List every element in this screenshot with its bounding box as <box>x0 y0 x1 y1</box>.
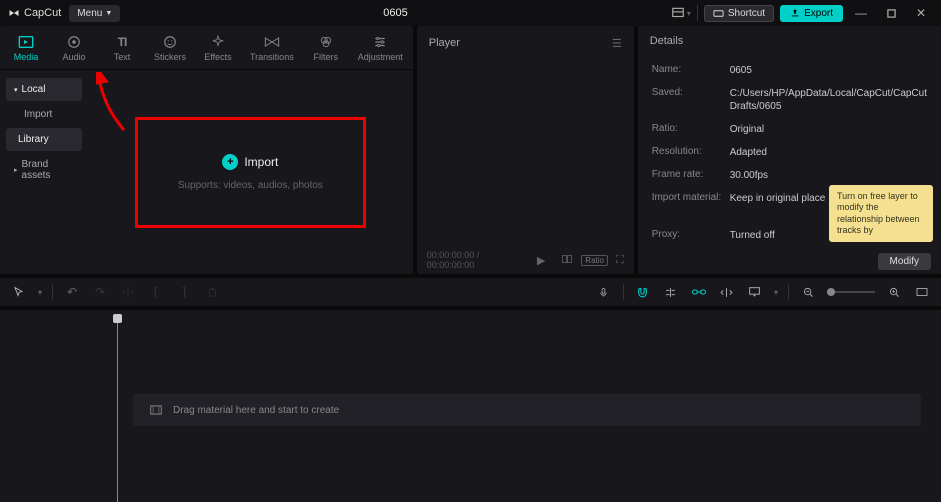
caret-right-icon: ▸ <box>14 166 18 174</box>
tab-text[interactable]: TI Text <box>106 34 138 62</box>
close-button[interactable]: ✕ <box>909 3 933 23</box>
effects-icon <box>211 34 225 50</box>
undo-icon[interactable]: ↶ <box>63 283 81 301</box>
tab-audio[interactable]: Audio <box>58 34 90 62</box>
maximize-icon <box>887 9 896 18</box>
player-viewport[interactable] <box>417 60 634 246</box>
media-panel: Media Audio TI Text Stickers Effects <box>0 26 413 274</box>
chevron-down-icon: ▼ <box>105 10 112 17</box>
tab-stickers[interactable]: Stickers <box>154 34 186 62</box>
preview-icon[interactable] <box>718 283 736 301</box>
detail-import-material-label: Import material: <box>652 192 730 205</box>
project-title: 0605 <box>128 7 663 19</box>
import-drop-zone[interactable]: + Import Supports: videos, audios, photo… <box>88 70 413 274</box>
delete-icon[interactable] <box>203 283 221 301</box>
details-panel: Details Name:0605 Saved:C:/Users/HP/AppD… <box>638 26 941 274</box>
media-icon <box>18 34 34 50</box>
detail-saved-value: C:/Users/HP/AppData/Local/CapCut/CapCut … <box>730 87 927 113</box>
player-timecode: 00:00:00:00 / 00:00:00:00 <box>427 250 529 270</box>
detail-name-value: 0605 <box>730 64 927 77</box>
adjustment-icon <box>373 34 387 50</box>
plus-icon: + <box>222 154 238 170</box>
nav-brand-assets[interactable]: ▸Brand assets <box>6 153 82 187</box>
detail-proxy-label: Proxy: <box>652 229 730 242</box>
detail-resolution-label: Resolution: <box>652 146 730 159</box>
app-name: CapCut <box>24 7 61 19</box>
tab-adjustment[interactable]: Adjustment <box>358 34 403 62</box>
tab-effects[interactable]: Effects <box>202 34 234 62</box>
detail-ratio-label: Ratio: <box>652 123 730 136</box>
detail-fps-value: 30.00fps <box>730 169 927 182</box>
import-subtitle: Supports: videos, audios, photos <box>178 180 323 191</box>
detail-ratio-value: Original <box>730 123 927 136</box>
link-icon[interactable] <box>690 283 708 301</box>
export-icon <box>790 8 800 18</box>
fit-icon[interactable] <box>913 283 931 301</box>
stickers-icon <box>163 34 177 50</box>
export-button[interactable]: Export <box>780 5 843 22</box>
zoom-slider[interactable] <box>827 291 875 293</box>
tab-media[interactable]: Media <box>10 34 42 62</box>
pointer-dropdown-icon[interactable]: ▾ <box>38 288 42 297</box>
nav-library[interactable]: Library <box>6 128 82 151</box>
tab-transitions[interactable]: Transitions <box>250 34 294 62</box>
filters-icon <box>319 34 333 50</box>
text-icon: TI <box>118 34 127 50</box>
film-icon <box>149 404 163 416</box>
capcut-logo-icon <box>8 7 20 19</box>
layout-icon <box>671 6 685 20</box>
play-icon[interactable]: ▶ <box>537 254 545 267</box>
detail-resolution-value: Adapted <box>730 146 927 159</box>
timeline-drop-hint: Drag material here and start to create <box>133 394 921 426</box>
split-icon[interactable] <box>119 283 137 301</box>
shortcut-button[interactable]: Shortcut <box>704 5 774 22</box>
transitions-icon <box>264 34 280 50</box>
magnet-icon[interactable] <box>634 283 652 301</box>
nav-local[interactable]: ▾Local <box>6 78 82 101</box>
fullscreen-icon[interactable]: ⛶ <box>616 254 624 267</box>
bracket-left-icon[interactable]: ⌈ <box>147 283 165 301</box>
detail-fps-label: Frame rate: <box>652 169 730 182</box>
timeline[interactable]: Drag material here and start to create <box>0 310 941 502</box>
player-panel: Player ☰ 00:00:00:00 / 00:00:00:00 ▶ Rat… <box>417 26 634 274</box>
import-button-label: Import <box>244 155 278 169</box>
red-arrow-annotation <box>96 72 136 142</box>
tab-filters[interactable]: Filters <box>310 34 342 62</box>
caret-down-icon: ▾ <box>14 86 18 94</box>
modify-button[interactable]: Modify <box>878 253 931 270</box>
playhead[interactable] <box>117 314 118 502</box>
bracket-right-icon[interactable]: ⌉ <box>175 283 193 301</box>
redo-icon[interactable]: ↷ <box>91 283 109 301</box>
monitor-dropdown-icon[interactable]: ▾ <box>774 288 778 297</box>
details-title: Details <box>650 35 684 47</box>
detail-name-label: Name: <box>652 64 730 77</box>
free-layer-tooltip: Turn on free layer to modify the relatio… <box>829 185 933 242</box>
monitor-icon[interactable] <box>746 283 764 301</box>
player-menu-icon[interactable]: ☰ <box>612 37 622 50</box>
detail-saved-label: Saved: <box>652 87 730 113</box>
zoom-in-icon[interactable] <box>885 283 903 301</box>
zoom-out-icon[interactable] <box>799 283 817 301</box>
pointer-tool-icon[interactable] <box>10 283 28 301</box>
audio-icon <box>67 34 81 50</box>
layout-button[interactable]: ▾ <box>671 3 691 23</box>
app-logo: CapCut <box>8 7 61 19</box>
ratio-chip[interactable]: Ratio <box>581 255 608 266</box>
minimize-button[interactable]: — <box>849 3 873 23</box>
nav-import[interactable]: Import <box>6 103 82 126</box>
align-icon[interactable] <box>662 283 680 301</box>
maximize-button[interactable] <box>879 3 903 23</box>
menu-button[interactable]: Menu ▼ <box>69 5 120 22</box>
keyboard-icon <box>713 8 724 19</box>
player-title: Player <box>429 37 460 49</box>
compare-icon[interactable] <box>561 253 573 268</box>
mic-icon[interactable] <box>595 283 613 301</box>
